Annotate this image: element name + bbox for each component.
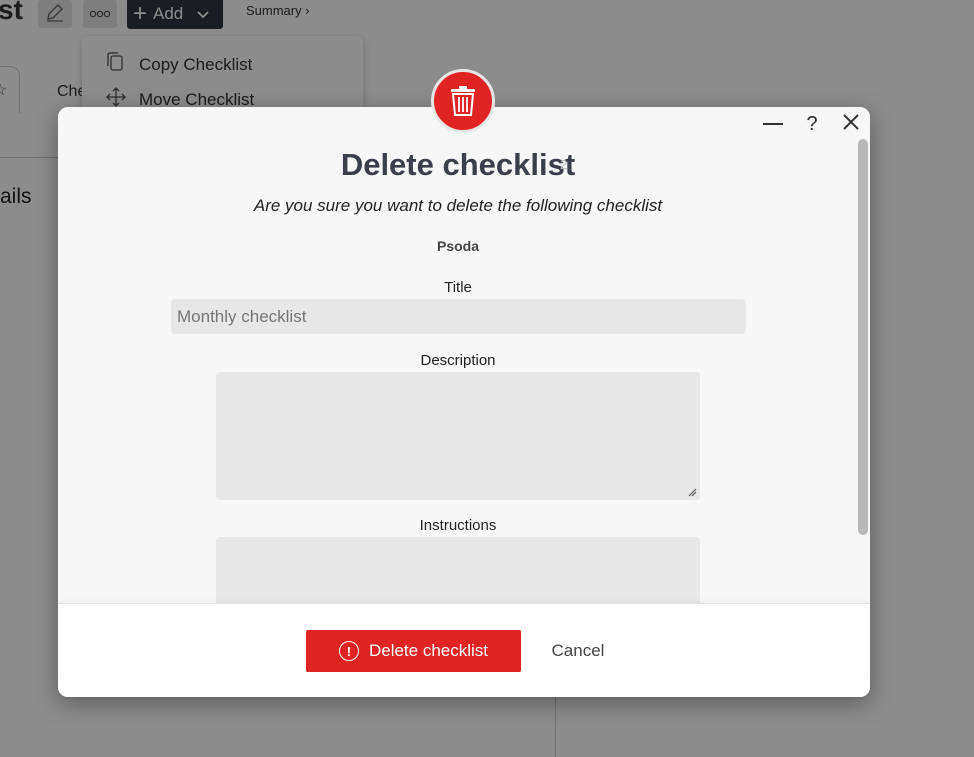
close-button[interactable] — [836, 109, 866, 139]
scrollbar[interactable] — [858, 139, 868, 535]
dialog-subtitle: Are you sure you want to delete the foll… — [253, 196, 663, 215]
warning-icon: ! — [338, 641, 359, 661]
instructions-field-label: Instructions — [419, 517, 497, 534]
trash-icon — [431, 69, 495, 133]
close-icon — [843, 113, 859, 136]
delete-checklist-button[interactable]: ! Delete checklist — [306, 630, 521, 672]
minimize-button[interactable] — [758, 109, 788, 139]
delete-button-label: Delete checklist — [368, 641, 489, 660]
help-button[interactable]: ? — [797, 109, 827, 139]
dialog-title: Delete checklist — [340, 147, 576, 182]
title-field[interactable] — [171, 299, 746, 334]
cancel-button[interactable]: Cancel — [538, 630, 618, 672]
resize-grip-icon[interactable] — [687, 487, 697, 497]
checklist-name: Psoda — [436, 238, 479, 254]
description-field-label: Description — [420, 352, 496, 369]
dialog-footer: ! Delete checklist Cancel — [58, 603, 870, 697]
delete-checklist-dialog: ? Delete checklist 2 Are you sure you wa… — [58, 107, 870, 697]
title-superscript: 2 — [560, 157, 568, 172]
title-field-label: Title — [444, 279, 472, 296]
description-field[interactable] — [216, 372, 700, 500]
